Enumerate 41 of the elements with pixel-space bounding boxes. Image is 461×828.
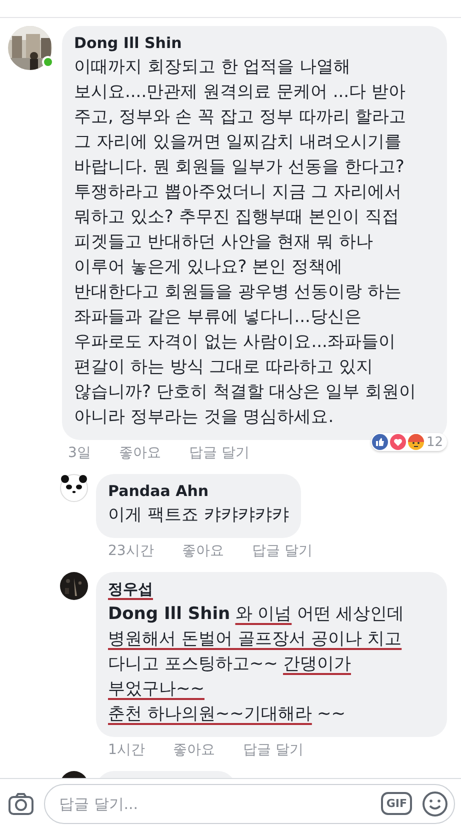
comment-time: 3일 bbox=[68, 444, 91, 462]
comment-text: 편갈이 하는 방식 그대로 따라하고 있지 bbox=[74, 356, 374, 379]
comment-text: 부었구나~~ bbox=[108, 678, 206, 701]
comment-text: 우파로도 자격이 없는 사람이요...좌파들이 bbox=[74, 331, 396, 354]
comment-text: 않습니까? 단호히 척결할 대상은 일부 회원이 bbox=[74, 381, 418, 404]
comment-time: 23시간 bbox=[108, 542, 154, 560]
reaction-summary[interactable]: 12 bbox=[371, 433, 447, 451]
like-icon bbox=[372, 434, 388, 450]
comment-text: Dong Ill Shin 와 이넘 어떤 세상인데 bbox=[108, 603, 406, 626]
comment-text: 투쟁하라고 뽑아주었더니 지금 그 자리에서 bbox=[74, 181, 403, 204]
like-link[interactable]: 좋아요 bbox=[172, 741, 215, 759]
comment-text: 이때까지 회장되고 한 업적을 나열해 bbox=[74, 56, 352, 79]
like-link[interactable]: 좋아요 bbox=[182, 542, 224, 560]
comment-text: 주고, 정부와 손 꼭 잡고 정부 따까리 할라고 bbox=[74, 106, 408, 129]
comment-text: 보시요....만관제 원격의료 문케어 ...다 받아 bbox=[74, 81, 406, 104]
comment-text: 춘천 하나의원~~기대해라 ~~ bbox=[108, 703, 346, 726]
gif-button[interactable]: GIF bbox=[381, 792, 412, 815]
smiley-icon[interactable] bbox=[422, 790, 448, 816]
comment-text: 뭐하고 있소? 추무진 집행부때 본인이 직접 bbox=[74, 206, 400, 229]
comment-text: 아니라 정부라는 것을 명심하세요. bbox=[74, 406, 335, 429]
comment-text: 다니고 포스팅하고~~ 간댕이가 bbox=[108, 653, 352, 676]
reaction-count: 12 bbox=[426, 434, 443, 450]
camera-icon[interactable] bbox=[8, 792, 34, 816]
comment-text: 좌파들과 같은 부류에 넣다니...당신은 bbox=[74, 306, 362, 329]
like-link[interactable]: 좋아요 bbox=[118, 444, 161, 462]
comment-text: 바랍니다. 뭔 회원들 일부가 선동을 한다고? bbox=[74, 156, 406, 179]
comment-text: 이루어 놓은게 있나요? 본인 정책에 bbox=[74, 256, 344, 279]
comment-text: 반대한다고 회원들을 광우병 선동이랑 하는 bbox=[74, 281, 403, 304]
author-name[interactable]: 정우섭 bbox=[108, 580, 435, 599]
reply-input-field[interactable]: 답글 달기... GIF bbox=[44, 784, 455, 824]
reply-link[interactable]: 답글 달기 bbox=[188, 444, 250, 462]
author-name[interactable]: Dong Ill Shin bbox=[74, 34, 435, 52]
author-name[interactable]: Pandaa Ahn bbox=[108, 482, 289, 500]
comment-text: 피겟들고 반대하던 사안을 현재 뭐 하나 bbox=[74, 231, 374, 254]
comment-text: 이게 팩트죠 캬캬캬캬캬 bbox=[108, 504, 289, 527]
reply-link[interactable]: 답글 달기 bbox=[242, 741, 304, 759]
comment-time: 1시간 bbox=[108, 741, 145, 759]
comment-text: 병원해서 돈벌어 골프장서 공이나 치고 bbox=[108, 628, 403, 651]
reply-link[interactable]: 답글 달기 bbox=[252, 542, 312, 560]
comment-text: 그 자리에 있을꺼면 일찌감치 내려오시기를 bbox=[74, 131, 403, 154]
angry-face-icon bbox=[408, 434, 424, 450]
